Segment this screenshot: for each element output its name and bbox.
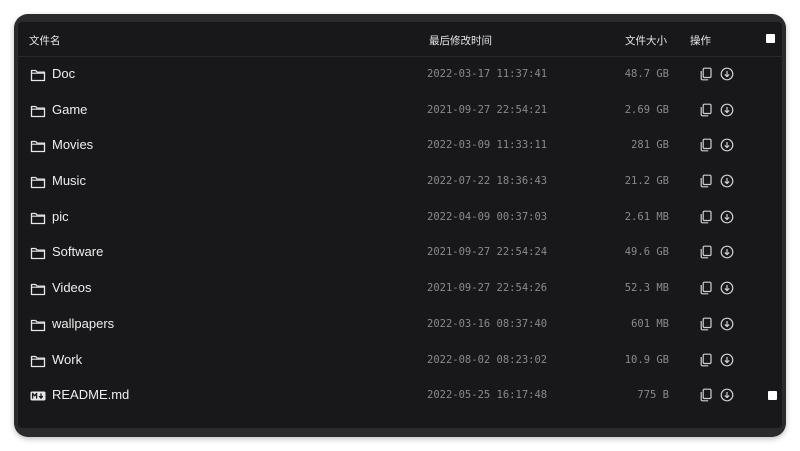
download-icon[interactable] (720, 317, 734, 331)
download-icon[interactable] (720, 210, 734, 224)
download-icon[interactable] (720, 174, 734, 188)
copy-link-icon[interactable] (699, 138, 713, 152)
copy-link-icon[interactable] (699, 317, 713, 331)
column-header-name[interactable]: 文件名 (29, 33, 61, 48)
file-size: 52.3 MB (624, 282, 669, 295)
file-modified-time: 2022-03-17 11:37:41 (427, 68, 548, 80)
column-header-modified[interactable]: 最后修改时间 (429, 33, 492, 48)
file-row[interactable]: Game 2021-09-27 22:54:21 2.69 GB (18, 93, 782, 129)
file-modified-time: 2021-09-27 22:54:21 (427, 103, 548, 116)
file-name-link[interactable]: Game (52, 102, 87, 117)
file-row[interactable]: Videos 2021-09-27 22:54:26 52.3 MB (18, 271, 782, 307)
file-row[interactable]: pic 2022-04-09 00:37:03 2.61 MB (18, 200, 782, 236)
file-modified-time: 2022-08-02 08:23:02 (427, 353, 548, 366)
download-icon[interactable] (720, 388, 734, 402)
file-modified-time: 2021-09-27 22:54:24 (427, 246, 548, 259)
file-name-link[interactable]: Software (52, 244, 103, 259)
folder-icon (30, 318, 46, 332)
file-list-header: 文件名 最后修改时间 文件大小 操作 (18, 22, 782, 57)
file-row[interactable]: Movies 2022-03-09 11:33:11 281 GB (18, 128, 782, 164)
folder-icon (30, 282, 46, 296)
file-modified-time: 2022-04-09 00:37:03 (427, 210, 548, 223)
file-size: 601 MB (631, 317, 669, 330)
file-size: 2.69 GB (624, 103, 669, 116)
file-modified-time: 2021-09-27 22:54:26 (427, 282, 548, 295)
file-row[interactable]: Software 2021-09-27 22:54:24 49.6 GB (18, 235, 782, 271)
markdown-icon (30, 389, 46, 403)
file-name-link[interactable]: wallpapers (52, 316, 114, 331)
file-size: 10.9 GB (624, 353, 669, 366)
file-modified-time: 2022-03-16 08:37:40 (427, 317, 548, 330)
file-row[interactable]: Music 2022-07-22 18:36:43 21.2 GB (18, 164, 782, 200)
file-size: 281 GB (631, 139, 669, 152)
folder-icon (30, 68, 46, 82)
copy-link-icon[interactable] (699, 281, 713, 295)
file-list: Doc 2022-03-17 11:37:41 48.7 GB Game 2021-09… (18, 57, 782, 414)
folder-icon (30, 246, 46, 260)
file-list-panel: 文件名 最后修改时间 文件大小 操作 Doc 2022-03-17 11:37:4… (18, 22, 782, 428)
file-name-link[interactable]: Music (52, 173, 86, 188)
folder-icon (30, 175, 46, 189)
file-modified-time: 2022-03-09 11:33:11 (427, 139, 548, 152)
row-select-checkbox[interactable] (768, 391, 777, 401)
copy-link-icon[interactable] (699, 210, 713, 224)
file-modified-time: 2022-07-22 18:36:43 (427, 175, 548, 188)
file-size: 48.7 GB (624, 68, 669, 80)
file-name-link[interactable]: Doc (52, 66, 75, 81)
copy-link-icon[interactable] (699, 174, 713, 188)
download-icon[interactable] (720, 103, 734, 117)
copy-link-icon[interactable] (699, 103, 713, 117)
download-icon[interactable] (720, 281, 734, 295)
window-frame: 文件名 最后修改时间 文件大小 操作 Doc 2022-03-17 11:37:4… (14, 14, 786, 437)
download-icon[interactable] (720, 67, 734, 81)
file-name-link[interactable]: Videos (52, 280, 92, 295)
file-size: 21.2 GB (624, 175, 669, 188)
file-size: 2.61 MB (624, 210, 669, 223)
file-name-link[interactable]: Movies (52, 137, 93, 152)
file-row[interactable]: Work 2022-08-02 08:23:02 10.9 GB (18, 343, 782, 379)
column-header-size[interactable]: 文件大小 (625, 33, 667, 48)
folder-icon (30, 104, 46, 118)
file-name-link[interactable]: README.md (52, 387, 129, 402)
copy-link-icon[interactable] (699, 245, 713, 259)
download-icon[interactable] (720, 138, 734, 152)
file-name-link[interactable]: pic (52, 209, 69, 224)
folder-icon (30, 211, 46, 225)
select-all-checkbox[interactable] (766, 34, 775, 43)
copy-link-icon[interactable] (699, 388, 713, 402)
download-icon[interactable] (720, 353, 734, 367)
file-size: 49.6 GB (624, 246, 669, 259)
file-size: 775 B (637, 389, 669, 402)
folder-icon (30, 139, 46, 153)
folder-icon (30, 354, 46, 368)
copy-link-icon[interactable] (699, 353, 713, 367)
file-row[interactable]: README.md 2022-05-25 16:17:48 775 B (18, 378, 782, 414)
file-row[interactable]: Doc 2022-03-17 11:37:41 48.7 GB (18, 57, 782, 93)
column-header-actions: 操作 (690, 35, 711, 47)
download-icon[interactable] (720, 245, 734, 259)
file-row[interactable]: wallpapers 2022-03-16 08:37:40 601 MB (18, 307, 782, 343)
file-name-link[interactable]: Work (52, 352, 82, 367)
copy-link-icon[interactable] (699, 67, 713, 81)
file-modified-time: 2022-05-25 16:17:48 (427, 389, 548, 402)
